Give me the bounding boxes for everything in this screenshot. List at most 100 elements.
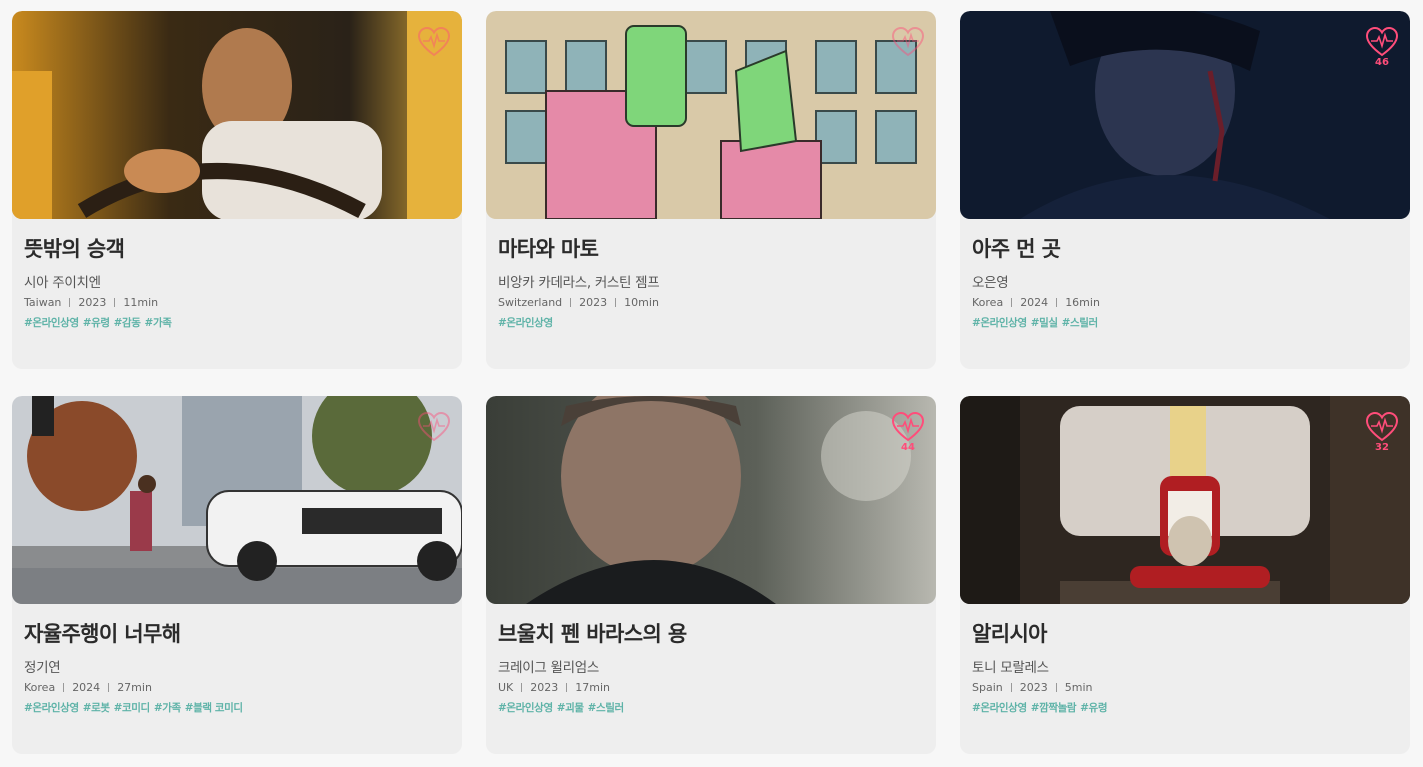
heart-pulse-icon: [417, 27, 451, 57]
film-meta: Korea 2024 27min: [24, 680, 450, 695]
tag-link[interactable]: #로봇: [83, 702, 110, 714]
film-title[interactable]: 마타와 마토: [498, 235, 924, 263]
film-runtime: 17min: [575, 681, 611, 694]
divider: [63, 683, 65, 692]
heart-pulse-icon: [1365, 412, 1399, 442]
film-country: Korea: [972, 296, 1004, 309]
heart-pulse-icon: [891, 27, 925, 57]
film-tags: #온라인상영 #밀실 #스릴러: [972, 316, 1398, 330]
film-meta: Spain 2023 5min: [972, 680, 1398, 695]
like-button[interactable]: [417, 412, 451, 442]
film-director: 토니 모랄레스: [972, 660, 1049, 676]
tag-link[interactable]: #유령: [83, 317, 110, 329]
like-button[interactable]: 46: [1365, 27, 1399, 69]
tag-link[interactable]: #온라인상영: [24, 702, 79, 714]
tag-link[interactable]: #스릴러: [1062, 317, 1099, 329]
film-title[interactable]: 알리시아: [972, 620, 1398, 648]
film-country: Spain: [972, 681, 1003, 694]
film-tags: #온라인상영 #로봇 #코미디 #가족 #블랙 코미디: [24, 701, 450, 715]
like-button[interactable]: [417, 27, 451, 57]
film-tags: #온라인상영 #유령 #감동 #가족: [24, 316, 450, 330]
film-thumbnail[interactable]: 44: [486, 396, 936, 604]
film-year: 2023: [1019, 681, 1048, 694]
like-button[interactable]: 32: [1365, 412, 1399, 454]
tag-link[interactable]: #온라인상영: [498, 702, 553, 714]
film-still-image: [486, 11, 936, 219]
film-runtime: 27min: [117, 681, 152, 694]
like-count: 46: [1375, 57, 1389, 68]
film-title[interactable]: 자율주행이 너무해: [24, 620, 450, 648]
tag-link[interactable]: #온라인상영: [24, 317, 79, 329]
tag-link[interactable]: #온라인상영: [972, 702, 1027, 714]
film-director: 오은영: [972, 275, 1009, 291]
film-thumbnail[interactable]: [12, 11, 462, 219]
heart-pulse-icon: [1365, 27, 1399, 57]
film-card[interactable]: 44 브울치 펜 바라스의 용 크레이그 윌리엄스 UK 2023 17min …: [486, 396, 936, 754]
film-runtime: 11min: [123, 296, 159, 309]
film-country: UK: [498, 681, 514, 694]
tag-link[interactable]: #유령: [1080, 702, 1107, 714]
film-still-image: [12, 396, 462, 604]
tag-link[interactable]: #블랙 코미디: [185, 702, 243, 714]
film-tags: #온라인상영 #깜짝놀람 #유령: [972, 701, 1398, 715]
film-director: 비앙카 카데라스, 커스틴 젬프: [498, 275, 660, 291]
film-thumbnail[interactable]: 46: [960, 11, 1410, 219]
divider: [69, 298, 71, 307]
tag-link[interactable]: #온라인상영: [498, 317, 553, 329]
film-thumbnail[interactable]: 32: [960, 396, 1410, 604]
film-country: Taiwan: [24, 296, 62, 309]
divider: [1011, 298, 1013, 307]
divider: [108, 683, 110, 692]
film-still-image: [960, 11, 1410, 219]
film-still-image: [960, 396, 1410, 604]
tag-link[interactable]: #코미디: [114, 702, 151, 714]
film-card[interactable]: 뜻밖의 승객 시아 주이치엔 Taiwan 2023 11min #온라인상영 #…: [12, 11, 462, 369]
film-title[interactable]: 아주 먼 곳: [972, 235, 1398, 263]
tag-link[interactable]: #가족: [154, 702, 181, 714]
film-meta: Taiwan 2023 11min: [24, 295, 450, 310]
divider: [521, 683, 523, 692]
divider: [114, 298, 116, 307]
tag-link[interactable]: #가족: [145, 317, 172, 329]
film-runtime: 16min: [1065, 296, 1100, 309]
like-button[interactable]: 44: [891, 412, 925, 454]
heart-pulse-icon: [891, 412, 925, 442]
tag-link[interactable]: #괴물: [557, 702, 584, 714]
film-country: Switzerland: [498, 296, 563, 309]
film-thumbnail[interactable]: [486, 11, 936, 219]
film-director: 정기연: [24, 660, 61, 676]
tag-link[interactable]: #온라인상영: [972, 317, 1027, 329]
like-count: 44: [901, 442, 915, 453]
film-card[interactable]: 46 아주 먼 곳 오은영 Korea 2024 16min #온라인상영 #밀실…: [960, 11, 1410, 369]
divider: [566, 683, 568, 692]
divider: [1055, 683, 1057, 692]
tag-link[interactable]: #스릴러: [588, 702, 625, 714]
like-count: 32: [1375, 442, 1389, 453]
film-year: 2023: [530, 681, 559, 694]
film-director: 크레이그 윌리엄스: [498, 660, 599, 676]
film-year: 2023: [78, 296, 107, 309]
film-meta: Korea 2024 16min: [972, 295, 1398, 310]
divider: [570, 298, 572, 307]
tag-link[interactable]: #밀실: [1031, 317, 1058, 329]
film-still-image: [486, 396, 936, 604]
film-title[interactable]: 뜻밖의 승객: [24, 235, 450, 263]
film-still-image: [12, 11, 462, 219]
tag-link[interactable]: #감동: [114, 317, 141, 329]
film-director: 시아 주이치엔: [24, 275, 101, 291]
film-title[interactable]: 브울치 펜 바라스의 용: [498, 620, 924, 648]
film-card[interactable]: 마타와 마토 비앙카 카데라스, 커스틴 젬프 Switzerland 2023…: [486, 11, 936, 369]
film-runtime: 5min: [1064, 681, 1093, 694]
film-year: 2024: [72, 681, 101, 694]
film-thumbnail[interactable]: [12, 396, 462, 604]
divider: [615, 298, 617, 307]
tag-link[interactable]: #깜짝놀람: [1031, 702, 1077, 714]
like-button[interactable]: [891, 27, 925, 57]
film-card[interactable]: 자율주행이 너무해 정기연 Korea 2024 27min #온라인상영 #로봇…: [12, 396, 462, 754]
film-card[interactable]: 32 알리시아 토니 모랄레스 Spain 2023 5min #온라인상영 #깜…: [960, 396, 1410, 754]
heart-pulse-icon: [417, 412, 451, 442]
film-country: Korea: [24, 681, 56, 694]
divider: [1056, 298, 1058, 307]
film-runtime: 10min: [624, 296, 659, 309]
film-tags: #온라인상영 #괴물 #스릴러: [498, 701, 924, 715]
